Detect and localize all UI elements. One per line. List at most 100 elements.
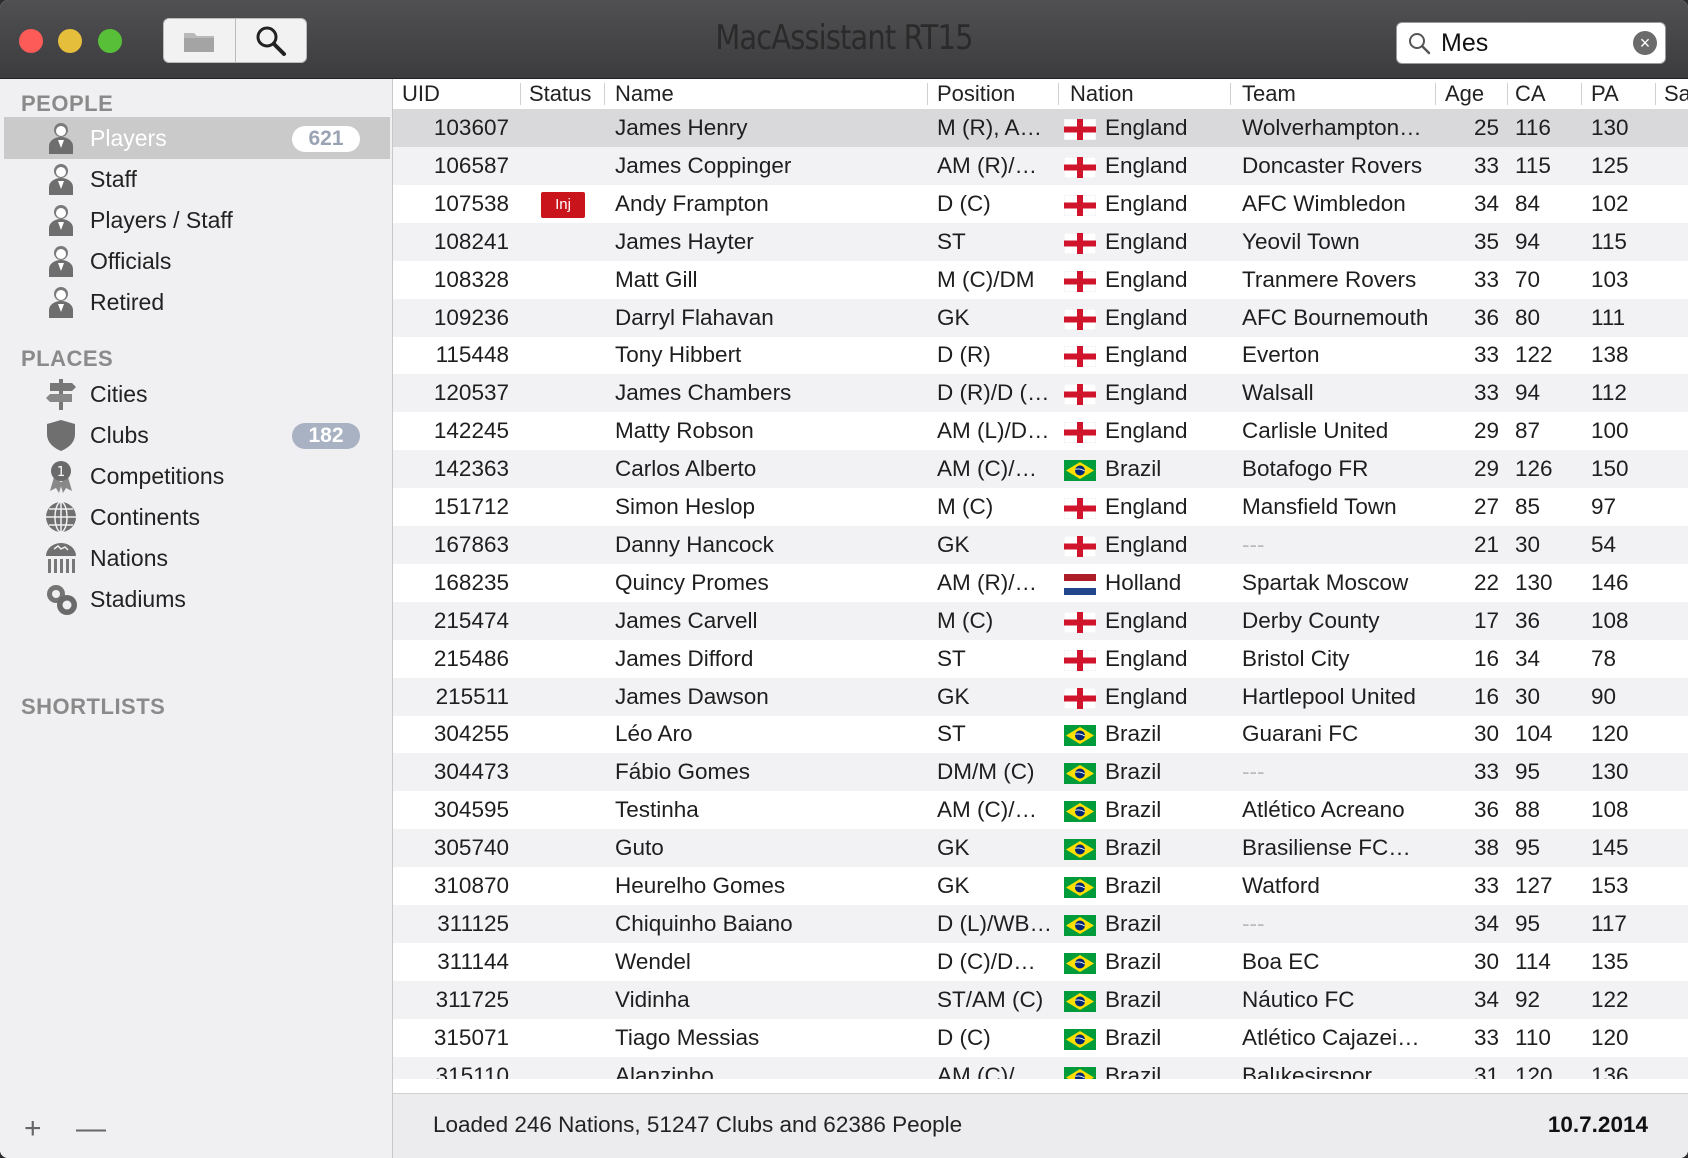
cell-uid: 215511	[435, 683, 509, 709]
sidebar-item-cities[interactable]: Cities	[4, 373, 390, 415]
column-header-uid[interactable]: UID	[402, 81, 440, 107]
cell-position: D (L)/WB…	[937, 910, 1052, 936]
sidebar-item-players-staff[interactable]: Players / Staff	[4, 199, 390, 241]
cell-nation: Brazil	[1105, 456, 1162, 482]
globe-icon	[44, 500, 78, 534]
cell-ca: 80	[1515, 304, 1541, 330]
table-row[interactable]: 103607 James Henry M (R), A… England Wolverh…	[393, 109, 1688, 147]
table-row[interactable]: 304595 Testinha AM (C)/… Brazil Atlético Acr…	[393, 791, 1688, 829]
table-row[interactable]: 305740 Guto GK Brazil Brasiliense FC… 38 95 145	[393, 829, 1688, 868]
table-row[interactable]: 115448 Tony Hibbert D (R) England Everton 33 1…	[393, 336, 1688, 374]
svg-text:1: 1	[57, 465, 65, 480]
column-header-name[interactable]: Name	[615, 81, 674, 107]
table-row[interactable]: 311125 Chiquinho Baiano D (L)/WB… Brazil ---…	[393, 904, 1688, 943]
cell-ca: 34	[1515, 645, 1541, 671]
cell-position: DM/M (C)	[937, 759, 1035, 785]
sidebar-item-nations[interactable]: Nations	[4, 537, 390, 579]
table-row[interactable]: 142363 Carlos Alberto AM (C)/… Brazil Botafo…	[393, 450, 1688, 489]
cell-uid: 108241	[433, 228, 509, 254]
zoom-window-button[interactable]	[98, 29, 122, 53]
column-header-nation[interactable]: Nation	[1070, 81, 1134, 107]
search-input[interactable]	[1441, 27, 1621, 59]
table-row[interactable]: 108328 Matt Gill M (C)/DM England Tranmere R…	[393, 261, 1688, 299]
cell-nation: England	[1105, 304, 1188, 330]
cell-position: GK	[937, 835, 970, 861]
table-row[interactable]: 107538 Andy Frampton D (C) England AFC Wimbl…	[393, 185, 1688, 223]
table-row[interactable]: 142245 Matty Robson AM (L)/D… England Carlis…	[393, 412, 1688, 450]
search-field[interactable]: ×	[1396, 22, 1666, 64]
magnifier-icon	[256, 26, 286, 56]
cell-team: Derby County	[1242, 607, 1380, 633]
table-row[interactable]: 106587 James Coppinger AM (R)/… England Donc…	[393, 146, 1688, 185]
table-row[interactable]: 120537 James Chambers D (R)/D (… England Wal…	[393, 374, 1688, 413]
cell-team: Guarani FC	[1242, 721, 1359, 747]
add-shortlist-button[interactable]: +	[24, 1112, 42, 1146]
table-row[interactable]: 304255 Léo Aro ST Brazil Guarani FC 30 104 120	[393, 715, 1688, 753]
cell-team: Carlisle United	[1242, 418, 1389, 444]
sidebar-item-competitions[interactable]: 1 Competitions	[4, 455, 390, 497]
column-header-status[interactable]: Status	[529, 81, 591, 107]
flag-holland-icon	[1064, 573, 1096, 595]
cell-nation: England	[1105, 683, 1188, 709]
cell-position: ST	[937, 228, 966, 254]
table-row[interactable]: 151712 Simon Heslop M (C) England Mansfield …	[393, 488, 1688, 526]
table-row[interactable]: 168235 Quincy Promes AM (R)/… Holland Sparta…	[393, 564, 1688, 602]
cell-age: 17	[1473, 607, 1499, 633]
search-toolbar-button[interactable]	[234, 19, 307, 62]
cell-position: GK	[937, 873, 970, 898]
sidebar-item-label: Stadiums	[90, 586, 186, 612]
table-row[interactable]: 108241 James Hayter ST England Yeovil Town 35…	[393, 222, 1688, 261]
remove-shortlist-button[interactable]: —	[76, 1112, 106, 1146]
flag-england-icon	[1063, 232, 1097, 254]
search-icon	[1409, 33, 1431, 55]
cell-position: M (C)	[937, 607, 994, 633]
table-row[interactable]: 215486 James Difford ST England Bristol City…	[393, 640, 1688, 678]
column-header-ca[interactable]: CA	[1515, 81, 1546, 107]
column-header-team[interactable]: Team	[1242, 81, 1296, 107]
cell-uid: 115448	[435, 342, 509, 368]
table-row[interactable]: 215511 James Dawson GK England Hartlepool Un…	[393, 677, 1688, 716]
table-row[interactable]: 310870 Heurelho Gomes GK Brazil Watford 33 127…	[393, 867, 1688, 905]
sidebar-item-staff[interactable]: Staff	[4, 158, 390, 200]
sidebar-item-clubs[interactable]: Clubs 182	[4, 414, 390, 456]
cell-pa: 153	[1591, 873, 1629, 898]
column-header-pa[interactable]: PA	[1591, 81, 1619, 107]
person-icon	[44, 244, 78, 278]
cell-nation: England	[1105, 380, 1188, 406]
table-row[interactable]: 109236 Darryl Flahavan GK England AFC Bourne…	[393, 298, 1688, 337]
column-header-position[interactable]: Position	[937, 81, 1015, 107]
sidebar-item-stadiums[interactable]: Stadiums	[4, 578, 390, 620]
cell-position: M (C)	[937, 494, 994, 519]
table-row[interactable]: 304473 Fábio Gomes DM/M (C) Brazil --- 33 95 13…	[393, 753, 1688, 792]
cell-ca: 88	[1515, 797, 1541, 823]
cell-team: Walsall	[1242, 380, 1314, 406]
column-header-sa[interactable]: Sa	[1664, 81, 1688, 107]
sidebar-item-officials[interactable]: Officials	[4, 240, 390, 282]
flag-england-icon	[1063, 308, 1097, 330]
cell-pa: 78	[1591, 645, 1617, 671]
minimize-window-button[interactable]	[58, 29, 82, 53]
open-folder-button[interactable]	[164, 19, 235, 62]
sidebar-item-players[interactable]: Players 621	[4, 117, 390, 159]
table-row[interactable]: 167863 Danny Hancock GK England --- 21 30 54	[393, 525, 1688, 564]
close-window-button[interactable]	[19, 29, 43, 53]
cell-ca: 87	[1515, 418, 1541, 444]
cell-pa: 108	[1591, 797, 1629, 823]
cell-uid: 304473	[433, 759, 509, 785]
sidebar-item-continents[interactable]: Continents	[4, 496, 390, 538]
cell-name: James Henry	[615, 115, 748, 140]
cell-ca: 95	[1515, 835, 1541, 861]
table-row[interactable]: 315110 Alanzinho AM (C)/… Brazil Balıkesirsp…	[393, 1056, 1688, 1079]
clear-search-icon[interactable]: ×	[1633, 31, 1657, 55]
table-row[interactable]: 311725 Vidinha ST/AM (C) Brazil Náutico FC 34…	[393, 980, 1688, 1019]
cell-nation: England	[1105, 266, 1188, 292]
column-header-age[interactable]: Age	[1445, 81, 1484, 107]
status-date: 10.7.2014	[1547, 1112, 1648, 1137]
app-window: MacAssistant RT15 × PEOPLE PLACES SHORTL…	[0, 0, 1688, 1158]
table-row[interactable]: 215474 James Carvell M (C) England Derby Cou…	[393, 601, 1688, 640]
sidebar-item-retired[interactable]: Retired	[4, 281, 390, 323]
table-row[interactable]: 315071 Tiago Messias D (C) Brazil Atlético C…	[393, 1019, 1688, 1057]
table-row[interactable]: 311144 Wendel D (C)/D… Brazil Boa EC 30 114 135	[393, 943, 1688, 981]
sidebar-item-label: Competitions	[90, 463, 225, 489]
cell-name: James Carvell	[615, 607, 758, 633]
